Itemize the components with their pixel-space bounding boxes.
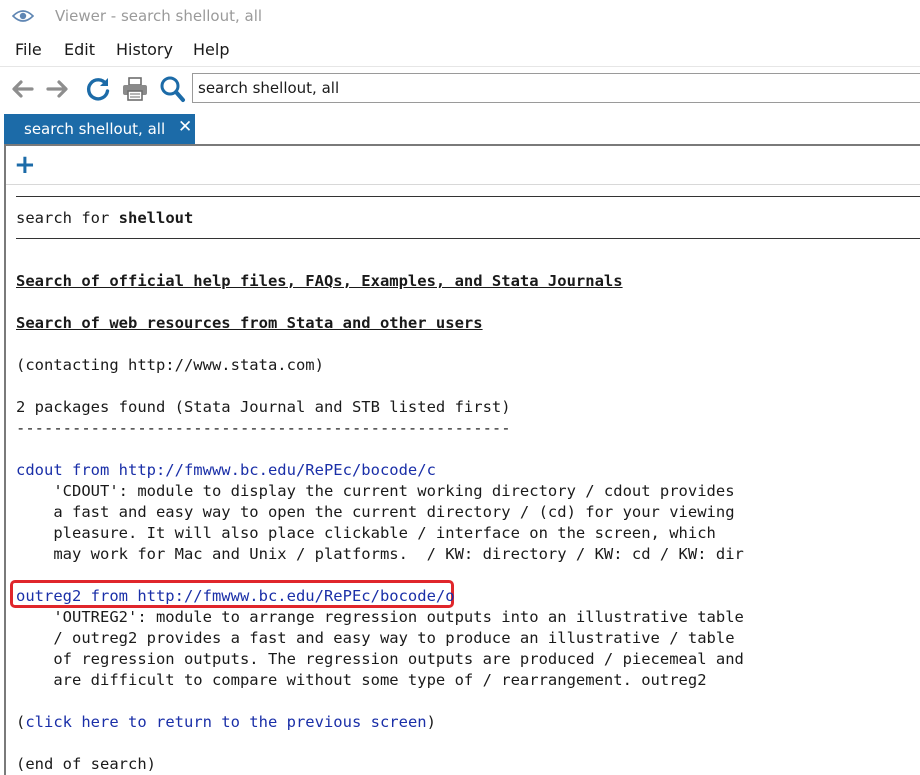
packages-found-line: 2 packages found (Stata Journal and STB … bbox=[16, 398, 511, 416]
end-of-search-line: (end of search) bbox=[16, 755, 156, 773]
viewer-options-row: + bbox=[6, 146, 920, 185]
package-desc-line: 'OUTREG2': module to arrange regression … bbox=[16, 608, 744, 626]
forward-arrow-icon[interactable] bbox=[44, 75, 72, 103]
package-desc-line: of regression outputs. The regression ou… bbox=[16, 650, 744, 668]
divider bbox=[16, 196, 920, 197]
tab-strip: search shellout, all ✕ bbox=[0, 110, 920, 144]
menu-edit[interactable]: Edit bbox=[64, 40, 95, 59]
tab-label: search shellout, all bbox=[24, 120, 166, 138]
package-desc-line: pleasure. It will also place clickable /… bbox=[16, 524, 716, 542]
heading-web-search: Search of web resources from Stata and o… bbox=[16, 314, 483, 332]
menu-history[interactable]: History bbox=[116, 40, 173, 59]
paren-open: ( bbox=[16, 713, 26, 731]
package-link-cdout[interactable]: cdout from http://fmwww.bc.edu/RePEc/boc… bbox=[16, 461, 436, 479]
contacting-line: (contacting http://www.stata.com) bbox=[16, 356, 324, 374]
return-link[interactable]: click here to return to the previous scr… bbox=[25, 713, 426, 731]
package-desc-line: may work for Mac and Unix / platforms. /… bbox=[16, 545, 744, 563]
menu-help[interactable]: Help bbox=[193, 40, 229, 59]
title-bar: Viewer - search shellout, all bbox=[0, 0, 920, 34]
close-icon[interactable]: ✕ bbox=[178, 117, 192, 137]
menu-bar: File Edit History Help bbox=[0, 34, 920, 66]
dashes-separator: ----------------------------------------… bbox=[16, 419, 511, 437]
heading-official-search: Search of official help files, FAQs, Exa… bbox=[16, 272, 623, 290]
paren-close: ) bbox=[426, 713, 436, 731]
search-for-line: search for shellout bbox=[16, 209, 193, 227]
tab-search-shellout[interactable]: search shellout, all ✕ bbox=[4, 114, 195, 144]
package-desc-line: / outreg2 provides a fast and easy way t… bbox=[16, 629, 735, 647]
command-box bbox=[192, 73, 920, 103]
plus-icon[interactable]: + bbox=[14, 152, 36, 178]
package-desc-line: a fast and easy way to open the current … bbox=[16, 503, 735, 521]
return-line: (click here to return to the previous sc… bbox=[16, 713, 436, 731]
refresh-icon[interactable] bbox=[84, 75, 112, 103]
search-term: shellout bbox=[118, 209, 194, 227]
package-desc-line: 'CDOUT': module to display the current w… bbox=[16, 482, 735, 500]
package-link-outreg2[interactable]: outreg2 from http://fmwww.bc.edu/RePEc/b… bbox=[16, 587, 455, 605]
window-title: Viewer - search shellout, all bbox=[55, 7, 263, 25]
print-icon[interactable] bbox=[121, 75, 149, 103]
eye-icon bbox=[12, 10, 34, 22]
command-input[interactable] bbox=[198, 77, 898, 99]
back-arrow-icon[interactable] bbox=[8, 75, 36, 103]
search-for-label: search for bbox=[16, 209, 119, 227]
search-icon[interactable] bbox=[158, 75, 186, 103]
menu-file[interactable]: File bbox=[15, 40, 42, 59]
toolbar bbox=[0, 66, 920, 111]
divider bbox=[16, 238, 920, 239]
viewer-content: + search for shellout Search of official… bbox=[4, 144, 920, 775]
package-desc-line: are difficult to compare without some ty… bbox=[16, 671, 707, 689]
